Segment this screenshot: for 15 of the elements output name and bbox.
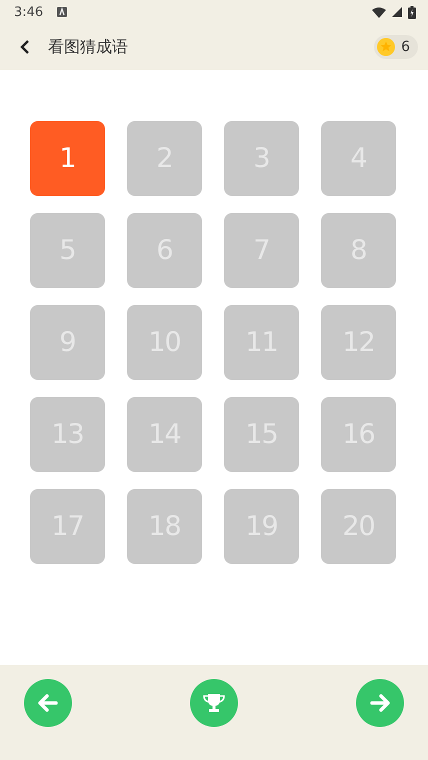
right-arrow-icon [369, 692, 391, 714]
level-tile[interactable]: 1 [30, 121, 105, 196]
wifi-icon [372, 6, 386, 18]
status-time: 3:46 [14, 4, 44, 20]
coin-counter: 6 [374, 35, 418, 59]
next-button[interactable] [356, 679, 404, 727]
star-coin-icon [377, 38, 396, 56]
page-title: 看图猜成语 [48, 36, 129, 58]
notification-icon [57, 7, 68, 17]
signal-icon [392, 7, 402, 17]
trophy-button[interactable] [190, 679, 238, 727]
battery-icon [408, 6, 416, 18]
left-arrow-icon [37, 692, 59, 714]
trophy-icon [203, 692, 225, 714]
previous-button[interactable] [24, 679, 72, 727]
